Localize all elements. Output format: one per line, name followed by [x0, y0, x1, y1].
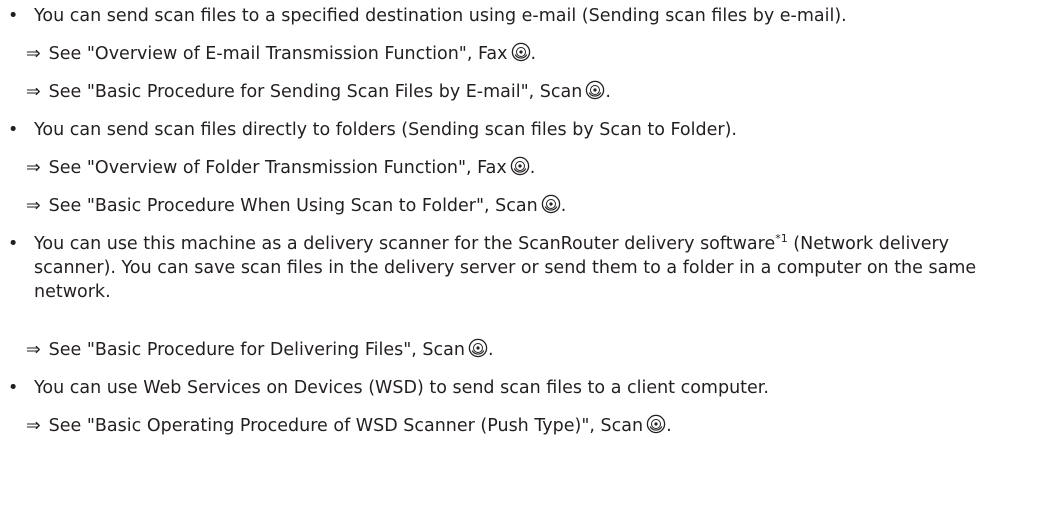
footnote-marker: *1	[775, 232, 788, 246]
cross-reference: ⇒ See "Basic Operating Procedure of WSD S…	[26, 414, 672, 436]
reference-text: See "Basic Procedure for Delivering File…	[48, 340, 465, 360]
bullet-text: You can send scan files directly to fold…	[34, 120, 737, 140]
arrow-glyph: ⇒	[26, 416, 41, 436]
bullet-item-folder: • You can send scan files directly to fo…	[8, 118, 1031, 142]
reference-text: See "Basic Operating Procedure of WSD Sc…	[48, 416, 644, 436]
cross-reference: ⇒ See "Basic Procedure for Delivering Fil…	[26, 338, 494, 360]
cd-disc-icon	[511, 42, 530, 62]
bullet-text: You can send scan files to a specified d…	[34, 6, 847, 26]
cd-disc-icon	[510, 156, 529, 176]
cd-disc-icon	[541, 194, 560, 214]
reference-text: See "Basic Procedure for Sending Scan Fi…	[48, 82, 583, 102]
cross-reference: ⇒ See "Overview of Folder Transmission Fu…	[26, 156, 536, 178]
reference-text: See "Overview of E-mail Transmission Fun…	[48, 44, 508, 64]
bullet-item-wsd: • You can use Web Services on Devices (W…	[8, 376, 1031, 400]
bullet-item-delivery-scanner: • You can use this machine as a delivery…	[8, 232, 1031, 304]
cross-reference: ⇒ See "Overview of E-mail Transmission Fu…	[26, 42, 537, 64]
cross-reference: ⇒ See "Basic Procedure When Using Scan to…	[26, 194, 567, 216]
bullet-item-email: • You can send scan files to a specified…	[8, 4, 1031, 28]
cd-disc-icon	[468, 338, 488, 358]
reference-text: See "Overview of Folder Transmission Fun…	[48, 158, 507, 178]
bullet-marker: •	[8, 234, 19, 254]
bullet-marker: •	[8, 6, 19, 26]
cd-disc-icon	[586, 80, 605, 100]
bullet-marker: •	[8, 120, 19, 140]
arrow-glyph: ⇒	[26, 44, 41, 64]
document-page: • You can send scan files to a specified…	[0, 0, 1037, 525]
arrow-glyph: ⇒	[26, 158, 41, 178]
bullet-text: You can use this machine as a delivery s…	[34, 232, 977, 302]
cross-reference: ⇒ See "Basic Procedure for Sending Scan F…	[26, 80, 611, 102]
bullet-marker: •	[8, 378, 19, 398]
arrow-glyph: ⇒	[26, 196, 41, 216]
arrow-glyph: ⇒	[26, 340, 41, 360]
reference-text: See "Basic Procedure When Using Scan to …	[48, 196, 538, 216]
cd-disc-icon	[646, 414, 666, 434]
bullet-text: You can use Web Services on Devices (WSD…	[34, 378, 769, 398]
arrow-glyph: ⇒	[26, 82, 41, 102]
